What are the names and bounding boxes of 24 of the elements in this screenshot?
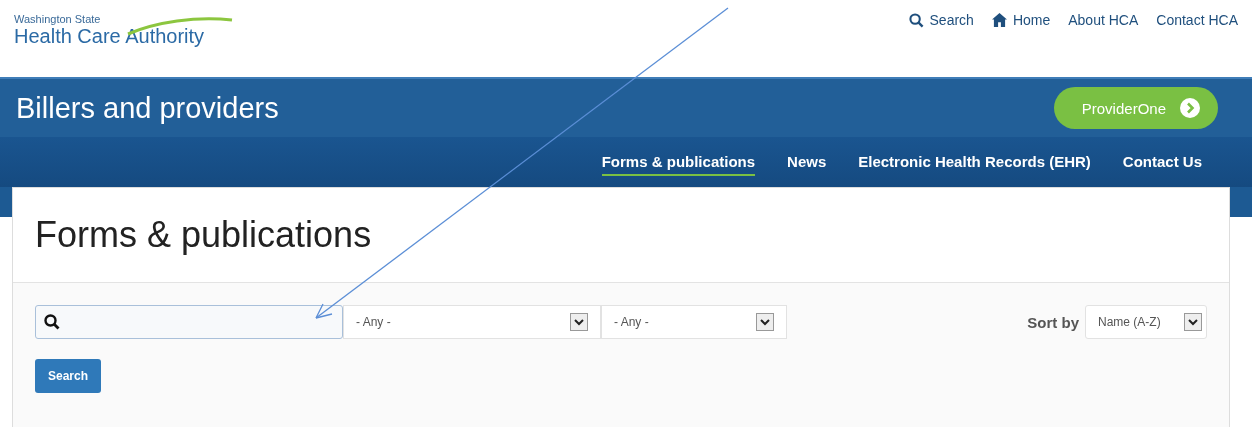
- caret-icon: [1184, 313, 1202, 331]
- nav-link[interactable]: Forms & publications: [601, 148, 756, 176]
- search-button[interactable]: Search: [35, 359, 102, 393]
- home-icon: [991, 13, 1007, 27]
- nav-link[interactable]: News: [787, 148, 827, 176]
- utility-link[interactable]: About HCA: [1068, 12, 1139, 28]
- section-title: Billers and providers: [16, 91, 279, 125]
- chevron-circle-icon: [1180, 98, 1200, 118]
- sort-dropdown[interactable]: Name (A-Z): [1085, 305, 1207, 339]
- search-icon: [44, 314, 60, 330]
- caret-icon: [570, 313, 588, 331]
- utility-link[interactable]: Home: [991, 12, 1051, 28]
- utility-link[interactable]: Contact HCA: [1156, 12, 1238, 28]
- caret-icon: [756, 313, 774, 331]
- dropdown[interactable]: - Any -: [601, 305, 787, 339]
- page-title: Forms & publications: [35, 214, 372, 256]
- search-icon: [908, 12, 924, 28]
- dropdown[interactable]: - Any -: [343, 305, 601, 339]
- search-field[interactable]: [35, 305, 343, 339]
- logo[interactable]: Washington State Health Care Authority: [14, 0, 235, 49]
- sort-label: Sort by: [1027, 313, 1079, 331]
- nav-link[interactable]: Electronic Health Records (EHR): [858, 148, 1091, 176]
- utility-link[interactable]: Search: [908, 12, 974, 28]
- nav-link[interactable]: Contact Us: [1122, 148, 1202, 176]
